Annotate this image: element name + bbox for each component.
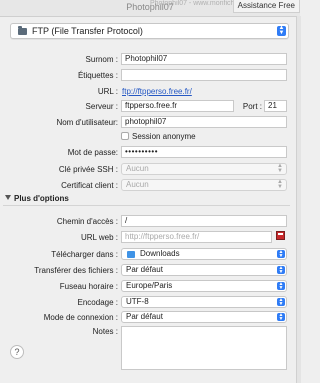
- plus-options-toggle[interactable]: Plus d'options: [14, 194, 69, 203]
- certificat-label: Certificat client :: [61, 181, 118, 190]
- fuseau-value: Europe/Paris: [126, 281, 173, 290]
- cle-ssh-value: Aucun: [126, 164, 149, 173]
- transfert-label: Transférer des fichiers :: [34, 266, 118, 275]
- chevron-updown-icon: ▲ ▼: [277, 265, 285, 275]
- motdepasse-label: Mot de passe:: [67, 148, 118, 157]
- password-field[interactable]: ••••••••••: [121, 146, 287, 158]
- port-label: Port :: [242, 102, 262, 111]
- encodage-select[interactable]: UTF-8 ▲ ▼: [121, 296, 287, 308]
- chevron-updown-icon: ▲ ▼: [277, 297, 285, 307]
- fuseau-label: Fuseau horaire :: [59, 282, 118, 291]
- chemin-field[interactable]: /: [121, 215, 287, 227]
- protocol-value: FTP (File Transfer Protocol): [32, 26, 143, 36]
- session-anonyme-label: Session anonyme: [132, 132, 196, 141]
- utilisateur-field[interactable]: photophil07: [121, 116, 287, 128]
- chevron-updown-icon: ▲ ▼: [277, 281, 285, 291]
- chemin-label: Chemin d'accès :: [56, 217, 118, 226]
- url-web-label: URL web :: [80, 233, 118, 242]
- connexion-value: Par défaut: [126, 312, 163, 321]
- window-right-edge: [296, 16, 301, 383]
- cle-ssh-label: Clé privée SSH :: [58, 165, 118, 174]
- etiquettes-label: Étiquettes :: [77, 71, 118, 80]
- bookmark-icon[interactable]: [276, 231, 285, 240]
- url-label: URL :: [97, 87, 118, 96]
- telecharger-label: Télécharger dans :: [51, 250, 118, 259]
- serveur-field[interactable]: ftpperso.free.fr: [121, 100, 234, 112]
- transfert-value: Par défaut: [126, 265, 163, 274]
- transfert-select[interactable]: Par défaut ▲ ▼: [121, 264, 287, 276]
- assistance-free-button[interactable]: Assistance Free: [232, 0, 300, 13]
- utilisateur-label: Nom d'utilisateur:: [56, 118, 118, 127]
- telecharger-value: Downloads: [140, 249, 180, 258]
- downloads-folder-icon: [127, 251, 135, 258]
- certificat-value: Aucun: [126, 180, 149, 189]
- surnom-field[interactable]: Photophil07: [121, 53, 287, 65]
- protocol-select[interactable]: FTP (File Transfer Protocol) ▲ ▼: [10, 23, 289, 39]
- url-link[interactable]: ftp://ftpperso.free.fr/: [122, 87, 192, 96]
- connexion-label: Mode de connexion :: [43, 313, 118, 322]
- chevron-updown-icon: ▲ ▼: [277, 179, 283, 190]
- session-anonyme-checkbox[interactable]: [121, 132, 129, 140]
- serveur-label: Serveur :: [85, 102, 118, 111]
- notes-label: Notes :: [92, 327, 118, 336]
- fuseau-select[interactable]: Europe/Paris ▲ ▼: [121, 280, 287, 292]
- chevron-updown-icon: ▲ ▼: [277, 312, 285, 322]
- certificat-select[interactable]: Aucun ▲ ▼: [121, 179, 287, 191]
- cle-ssh-select[interactable]: Aucun ▲ ▼: [121, 163, 287, 175]
- encodage-value: UTF-8: [126, 297, 149, 306]
- help-button[interactable]: ?: [10, 345, 24, 359]
- chevron-updown-icon: ▲ ▼: [277, 249, 285, 259]
- url-web-field[interactable]: http://ftpperso.free.fr/: [121, 231, 272, 243]
- title-bar: Photophil07 - www.monfichier.fr Photophi…: [0, 0, 300, 17]
- chevron-updown-icon: ▲ ▼: [277, 163, 283, 174]
- encodage-label: Encodage :: [77, 298, 118, 307]
- port-field[interactable]: 21: [264, 100, 287, 112]
- surnom-label: Surnom :: [85, 55, 118, 64]
- disclosure-triangle-icon[interactable]: [5, 195, 11, 200]
- url-web-placeholder: http://ftpperso.free.fr/: [125, 232, 200, 241]
- telecharger-select[interactable]: Downloads ▲ ▼: [121, 248, 287, 260]
- connexion-select[interactable]: Par défaut ▲ ▼: [121, 311, 287, 323]
- notes-textarea[interactable]: [121, 326, 287, 370]
- ftp-folder-icon: [18, 26, 27, 35]
- chevron-updown-icon: ▲ ▼: [277, 25, 286, 36]
- section-divider: [3, 205, 290, 206]
- etiquettes-field[interactable]: [121, 69, 287, 81]
